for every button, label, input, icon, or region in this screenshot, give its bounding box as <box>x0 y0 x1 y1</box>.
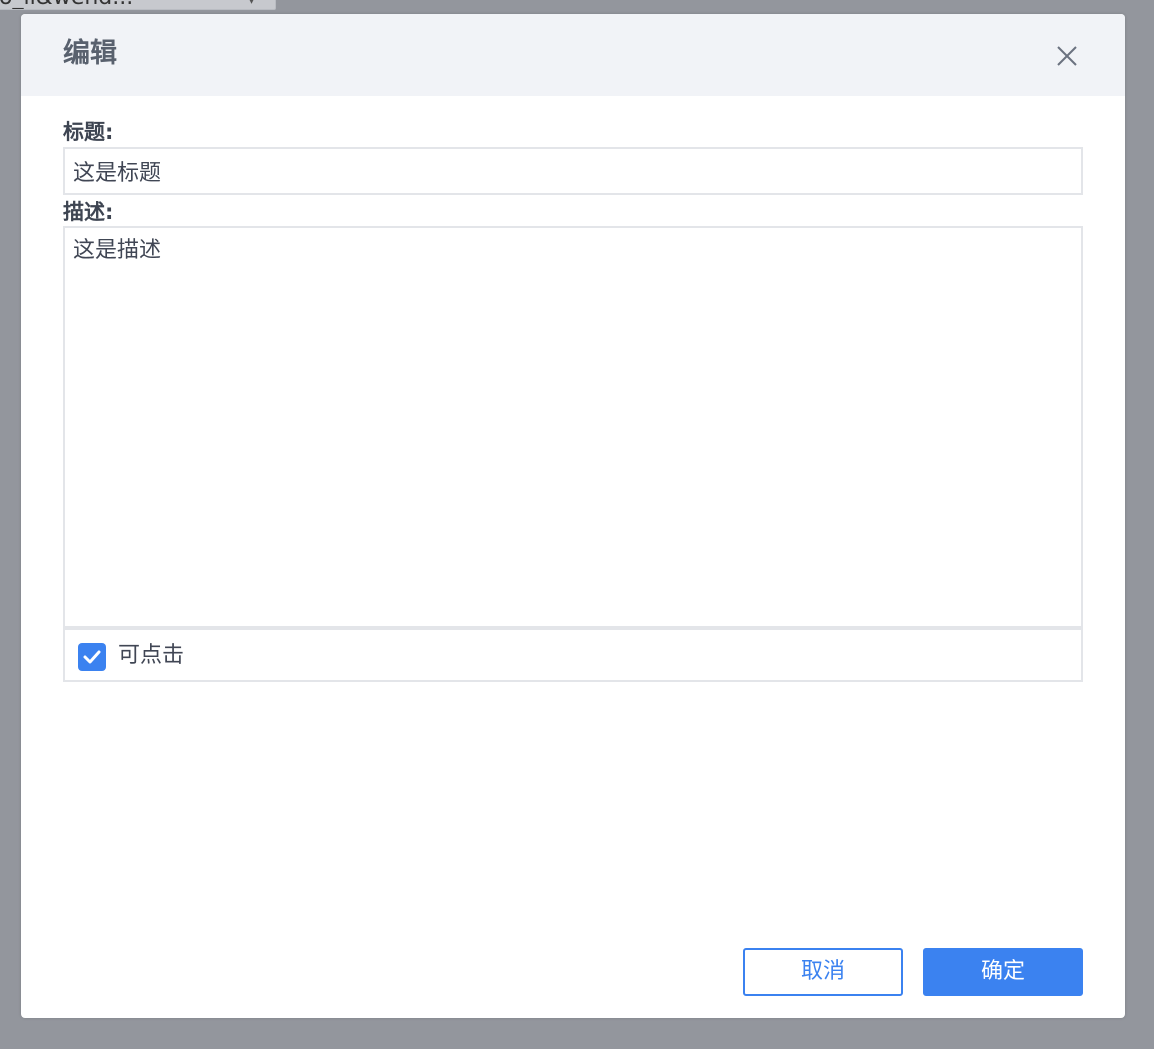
title-input[interactable] <box>63 147 1083 195</box>
background-dropdown-text: o_ii&wend... <box>0 0 133 9</box>
background-dropdown-fragment: o_ii&wend... ▾ <box>0 0 276 10</box>
cancel-button[interactable]: 取消 <box>743 948 903 996</box>
close-button[interactable] <box>1051 40 1083 72</box>
description-textarea[interactable]: 这是描述 <box>63 226 1083 630</box>
dialog-title: 编辑 <box>63 38 117 69</box>
clickable-checkbox-label[interactable]: 可点击 <box>118 641 184 671</box>
title-field-label: 标题: <box>63 120 114 144</box>
confirm-button[interactable]: 确定 <box>923 948 1083 996</box>
clickable-option-row: 可点击 <box>63 630 1083 682</box>
close-icon <box>1057 46 1077 66</box>
checkmark-icon <box>83 650 101 664</box>
dialog-header: 编辑 <box>21 14 1125 96</box>
edit-dialog: 编辑 标题: 描述: 这是描述 可点击 取消 确定 <box>21 14 1125 1018</box>
description-field-label: 描述: <box>63 200 114 224</box>
chevron-down-icon: ▾ <box>247 0 255 8</box>
clickable-checkbox[interactable] <box>78 643 106 671</box>
